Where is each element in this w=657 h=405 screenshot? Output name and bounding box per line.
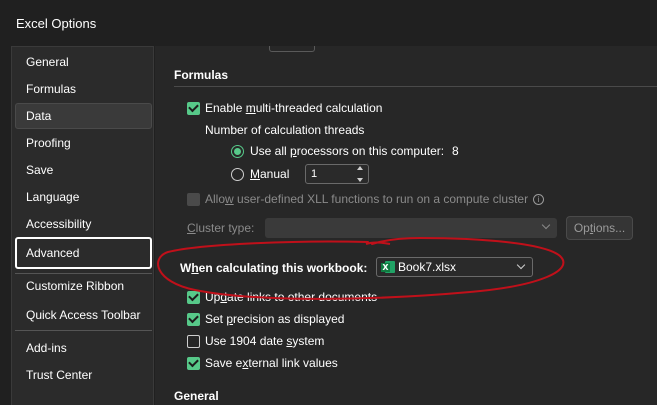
section-heading-formulas: Formulas <box>174 68 229 82</box>
sidebar-item-advanced[interactable]: Advanced <box>15 237 152 269</box>
date-system-1904-label: Use 1904 date system <box>205 334 325 348</box>
sidebar-item-accessibility[interactable]: Accessibility <box>15 211 152 237</box>
chevron-down-icon <box>516 260 526 270</box>
sidebar-item-data[interactable]: Data <box>15 103 152 129</box>
section-heading-general: General <box>174 389 219 403</box>
checkbox-checked[interactable] <box>187 290 200 304</box>
xll-cluster-label: Allow user-defined XLL functions to run … <box>205 192 529 206</box>
manual-threads-label: Manual <box>250 167 290 181</box>
workbook-selected-value: Book7.xlsx <box>398 260 457 274</box>
workbook-label: When calculating this workbook: <box>180 261 368 275</box>
sidebar-item-add-ins[interactable]: Add-ins <box>15 335 152 361</box>
sidebar-divider <box>15 330 152 331</box>
use-all-processors-radio[interactable]: Use all processors on this computer: <box>231 144 444 158</box>
sidebar-item-formulas[interactable]: Formulas <box>15 76 152 102</box>
sidebar-item-language[interactable]: Language <box>15 184 152 210</box>
options-content: Formulas Enable multi-threaded calculati… <box>155 46 657 405</box>
checkbox-disabled[interactable] <box>187 192 200 206</box>
sidebar-item-general[interactable]: General <box>15 49 152 75</box>
sidebar-item-quick-access-toolbar[interactable]: Quick Access Toolbar <box>15 302 152 328</box>
set-precision-label: Set precision as displayed <box>205 312 345 326</box>
options-sidebar: General Formulas Data Proofing Save Lang… <box>11 46 154 405</box>
radio-unselected[interactable] <box>231 167 244 181</box>
cluster-type-label: Cluster type: <box>187 221 255 235</box>
manual-threads-spinner[interactable]: 1 <box>305 164 369 184</box>
sidebar-item-save[interactable]: Save <box>15 157 152 183</box>
update-links-label: Update links to other documents <box>205 290 378 304</box>
checkbox-checked[interactable] <box>187 101 200 115</box>
info-icon[interactable]: i <box>533 193 545 205</box>
sidebar-item-customize-ribbon[interactable]: Customize Ribbon <box>15 273 152 299</box>
cluster-options-button[interactable]: Options... <box>566 216 633 240</box>
chevron-down-icon <box>541 220 551 230</box>
window-title: Excel Options <box>16 16 97 31</box>
section-divider <box>174 86 657 87</box>
scrolled-control-edge <box>269 46 315 52</box>
xll-cluster-checkbox[interactable]: Allow user-defined XLL functions to run … <box>187 192 545 206</box>
processor-count: 8 <box>452 144 459 158</box>
sidebar-item-proofing[interactable]: Proofing <box>15 130 152 156</box>
multithreaded-calculation-label: Enable multi-threaded calculation <box>205 101 383 115</box>
sidebar-item-trust-center[interactable]: Trust Center <box>15 362 152 388</box>
set-precision-checkbox[interactable]: Set precision as displayed <box>187 312 344 326</box>
manual-threads-radio[interactable]: Manual <box>231 167 289 181</box>
checkbox-checked[interactable] <box>187 356 200 370</box>
calculation-threads-label: Number of calculation threads <box>205 123 365 137</box>
checkbox-checked[interactable] <box>187 312 200 326</box>
title-bar: Excel Options <box>0 0 657 46</box>
cluster-type-dropdown[interactable] <box>265 218 557 238</box>
use-all-processors-label: Use all processors on this computer: <box>250 144 445 158</box>
save-external-links-label: Save external link values <box>205 356 338 370</box>
excel-file-icon: X <box>381 260 395 274</box>
radio-selected[interactable] <box>231 144 244 158</box>
workbook-dropdown[interactable]: X Book7.xlsx <box>376 257 533 277</box>
spinner-arrows-icon[interactable] <box>355 166 365 182</box>
manual-threads-value: 1 <box>311 168 318 180</box>
update-links-checkbox[interactable]: Update links to other documents <box>187 290 377 304</box>
multithreaded-calculation-checkbox[interactable]: Enable multi-threaded calculation <box>187 101 382 115</box>
date-system-1904-checkbox[interactable]: Use 1904 date system <box>187 334 324 348</box>
checkbox-unchecked[interactable] <box>187 334 200 348</box>
save-external-links-checkbox[interactable]: Save external link values <box>187 356 338 370</box>
